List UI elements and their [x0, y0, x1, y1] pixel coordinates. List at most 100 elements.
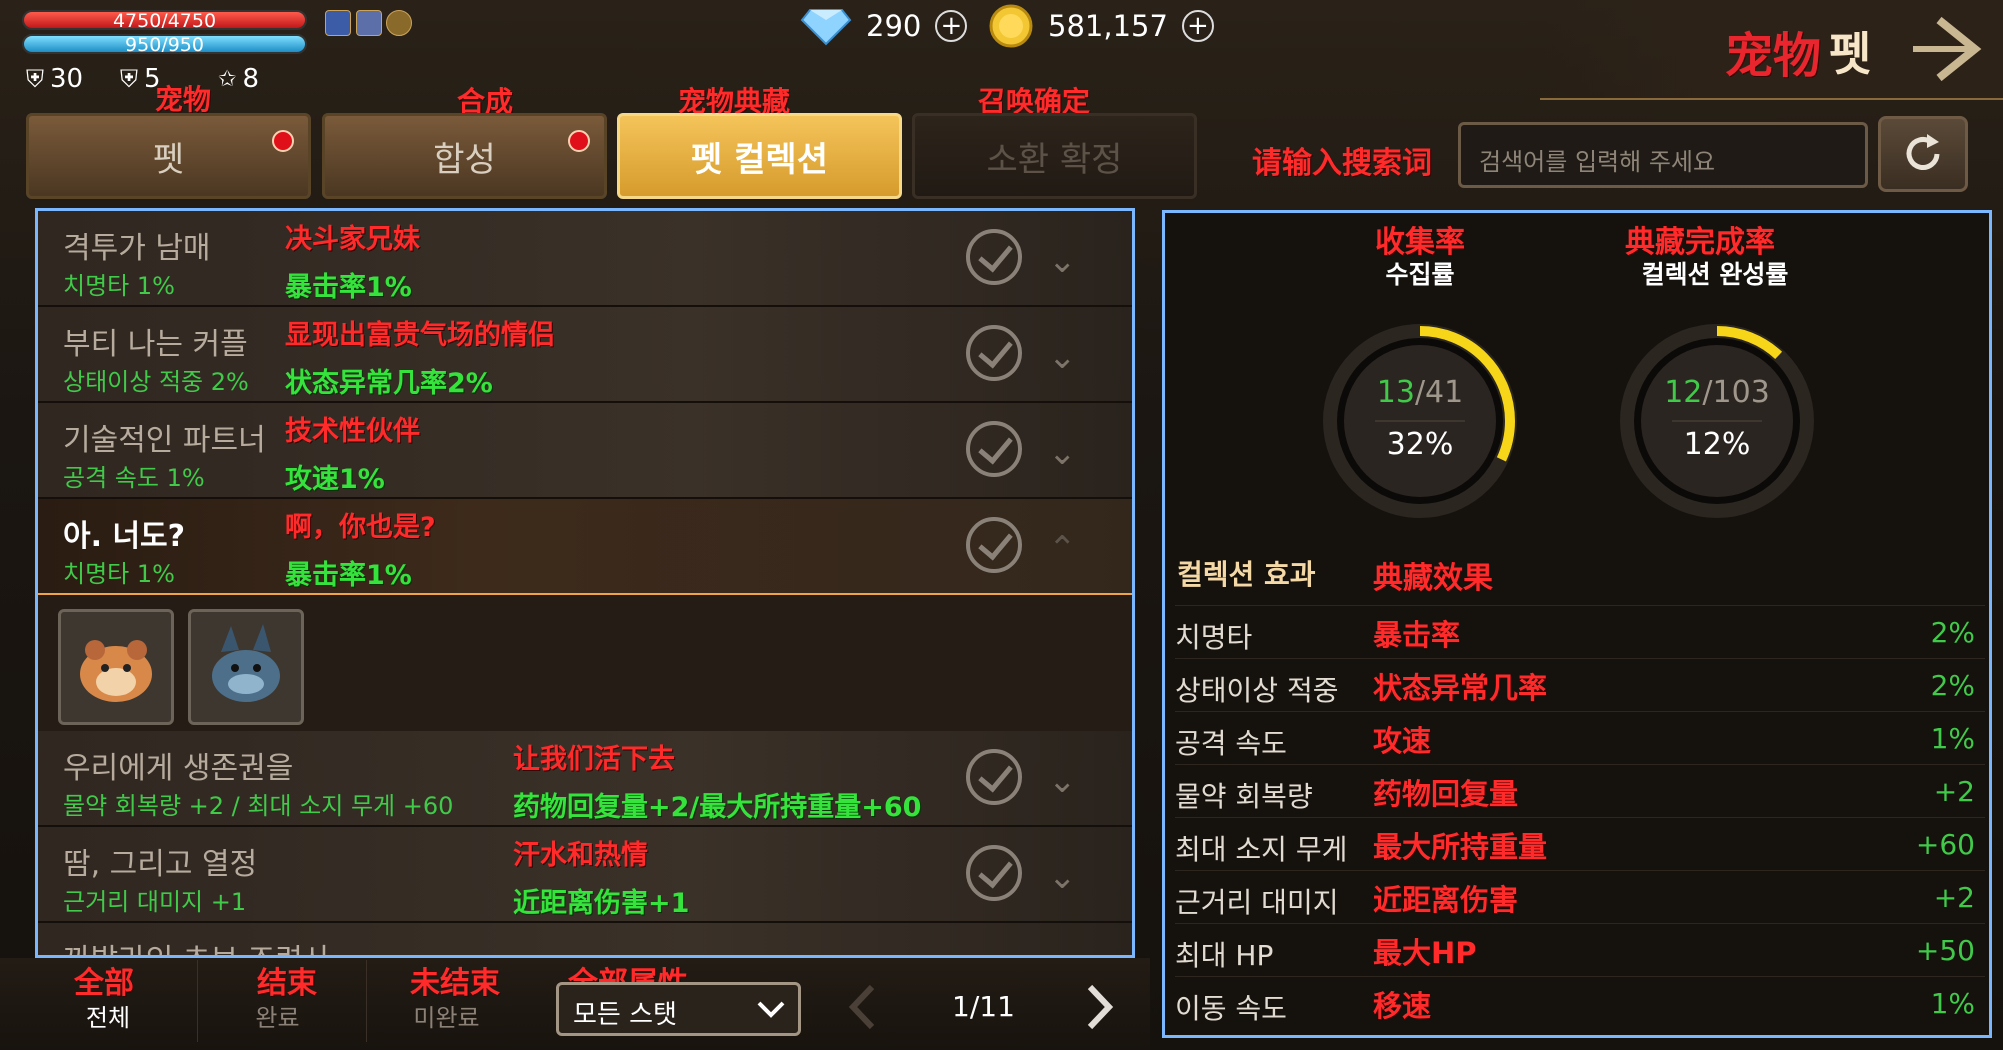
- collection-title-annotation: 啊，你也是?: [285, 512, 436, 543]
- chevron-down-icon: [757, 1001, 785, 1018]
- collection-effect: 치명타 1%: [63, 272, 175, 300]
- mp-value: 950/950: [125, 34, 204, 54]
- collection-effects-title: 컬렉션 효과: [1177, 558, 1316, 591]
- collection-effects-annotation: 典藏效果: [1373, 561, 1493, 596]
- filter-incomplete[interactable]: 미완료: [366, 960, 526, 1042]
- search-input[interactable]: 검색어를 입력해 주세요: [1458, 122, 1868, 188]
- tab-pet-annotation: 宠物: [155, 83, 212, 116]
- effect-value: +2: [1933, 775, 1975, 808]
- screen: { "player": { "hp": "4750/4750", "mp": "…: [0, 0, 2003, 1050]
- collect-rate-ring: [1323, 324, 1517, 518]
- tab-synthesis-label: 합성: [433, 139, 496, 180]
- tab-pet-label: 펫: [152, 139, 185, 180]
- collection-title: 아. 너도?: [63, 519, 186, 554]
- gem-icon: [800, 9, 852, 46]
- collection-row[interactable]: 땀, 그리고 열정 근거리 대미지 +1 汗水和热情 近距离伤害+1 ⌄: [38, 827, 1132, 923]
- collection-summary: 收集率 수집률 典藏完成率 컬렉션 완성률 13/41 32% 12/103 1…: [1162, 210, 1992, 1038]
- collection-effect: 근거리 대미지 +1: [63, 888, 247, 916]
- chevron-down-icon[interactable]: ⌄: [1048, 761, 1077, 801]
- defense-value: 30: [50, 64, 84, 94]
- check-icon: [966, 845, 1022, 901]
- chevron-down-icon[interactable]: ⌄: [1048, 241, 1077, 281]
- filter-complete[interactable]: 완료: [197, 960, 357, 1042]
- effect-annotation: 药物回复量: [1373, 777, 1519, 811]
- tab-summon-confirm[interactable]: 소환 확정: [912, 113, 1197, 199]
- chevron-down-icon[interactable]: ⌄: [1048, 337, 1077, 377]
- collection-row-expanded[interactable]: 아. 너도? 치명타 1% 啊，你也是? 暴击率1% ⌃: [38, 499, 1132, 595]
- effect-name: 최대 소지 무게: [1175, 833, 1348, 866]
- effect-annotation: 最大HP: [1373, 936, 1477, 970]
- chevron-down-icon[interactable]: ⌄: [1048, 857, 1077, 897]
- tab-synthesis[interactable]: 합성: [322, 113, 607, 199]
- pet-card-hamster[interactable]: [58, 609, 174, 725]
- effect-row: 치명타 暴击率 2%: [1175, 605, 1985, 655]
- effect-value: 1%: [1930, 987, 1975, 1020]
- prev-page-icon[interactable]: [848, 984, 876, 1030]
- notification-dot: [272, 130, 294, 152]
- collection-row[interactable]: 우리에게 생존권을 물약 회복량 +2 / 최대 소지 무게 +60 让我们活下…: [38, 731, 1132, 827]
- complete-percent: 12%: [1683, 427, 1751, 462]
- collection-title-annotation: 技术性伙伴: [285, 416, 420, 447]
- check-icon: [966, 229, 1022, 285]
- badge-icon: ⛨: [120, 65, 138, 93]
- gold-value: 581,157: [1048, 9, 1168, 43]
- effect-row: 상태이상 적중 状态异常几率 2%: [1175, 658, 1985, 708]
- collection-title-annotation: 汗水和热情: [513, 840, 648, 871]
- collection-effect: 상태이상 적중 2%: [63, 368, 249, 396]
- gold-counter: 581,157 +: [988, 4, 1214, 48]
- stat-filter-select[interactable]: 모든 스탯: [556, 982, 801, 1036]
- star-icon: ✩: [218, 66, 237, 92]
- collect-rate-label: 수집률: [1385, 260, 1455, 289]
- collection-row[interactable]: 부티 나는 커플 상태이상 적중 2% 显现出富贵气场的情侣 状态异常几率2% …: [38, 307, 1132, 403]
- collection-title: 우리에게 생존권을: [63, 751, 294, 786]
- page-indicator: 1/11: [952, 990, 1015, 1023]
- hamster-pet-icon: [80, 640, 152, 702]
- effect-name: 근거리 대미지: [1175, 886, 1339, 919]
- refresh-button[interactable]: [1878, 116, 1968, 192]
- dragon-pet-icon: [212, 624, 280, 702]
- add-gold-button[interactable]: +: [1181, 10, 1214, 42]
- defense-stat: ⛨ 30: [26, 64, 83, 94]
- buff-castle-icon[interactable]: [356, 10, 382, 36]
- collection-row[interactable]: 격투가 남매 치명타 1% 决斗家兄妹 暴击率1% ⌄: [38, 211, 1132, 307]
- add-gems-button[interactable]: +: [935, 10, 968, 42]
- collection-effect-annotation: 状态异常几率2%: [285, 368, 493, 399]
- effect-value: 2%: [1930, 669, 1975, 702]
- effect-row: 최대 소지 무게 最大所持重量 +60: [1175, 817, 1985, 867]
- back-arrow-icon[interactable]: [1905, 12, 1985, 86]
- effect-value: 1%: [1930, 722, 1975, 755]
- effect-name: 공격 속도: [1175, 727, 1287, 760]
- buff-book-icon[interactable]: [325, 10, 351, 36]
- collection-list[interactable]: 격투가 남매 치명타 1% 决斗家兄妹 暴击率1% ⌄ 부티 나는 커플 상태이…: [35, 208, 1135, 958]
- collection-title: 까발라인 초보 조련사: [63, 935, 330, 955]
- check-icon: [966, 749, 1022, 805]
- effect-row: 공격 속도 攻速 1%: [1175, 711, 1985, 761]
- buff-emblem-icon[interactable]: [386, 10, 412, 36]
- effect-annotation: 近距离伤害: [1373, 883, 1519, 917]
- collection-effect-annotation: 暴击率1%: [285, 272, 412, 303]
- collection-title-annotation: 显现出富贵气场的情侣: [285, 320, 555, 351]
- effect-name: 치명타: [1175, 621, 1253, 654]
- filter-all[interactable]: 전체: [28, 960, 188, 1042]
- collection-pets: [38, 595, 1132, 731]
- collection-title: 격투가 남매: [63, 231, 211, 266]
- next-page-icon[interactable]: [1086, 984, 1114, 1030]
- collection-title: 땀, 그리고 열정: [63, 847, 258, 882]
- mp-bar: 950/950: [22, 34, 307, 54]
- pet-card-dragon[interactable]: [188, 609, 304, 725]
- gold-coin-icon: [989, 4, 1033, 48]
- star-value: 8: [242, 64, 259, 94]
- effect-name: 상태이상 적중: [1175, 674, 1339, 707]
- complete-count: 12: [1664, 375, 1703, 410]
- tab-pet-collection[interactable]: 펫 컬렉션: [617, 113, 902, 199]
- collection-row[interactable]: 기술적인 파트너 공격 속도 1% 技术性伙伴 攻速1% ⌄: [38, 403, 1132, 499]
- collection-effect-annotation: 暴击率1%: [285, 560, 412, 591]
- chevron-down-icon[interactable]: ⌄: [1048, 433, 1077, 473]
- gem-counter: 290 +: [800, 6, 968, 46]
- collection-row[interactable]: 까발라인 초보 조련사: [38, 923, 1132, 955]
- effect-value: +50: [1915, 934, 1975, 967]
- chevron-up-icon[interactable]: ⌃: [1048, 529, 1077, 569]
- collect-percent: 32%: [1386, 427, 1454, 462]
- search-annotation: 请输入搜索词: [1252, 146, 1432, 181]
- tab-pet[interactable]: 펫: [26, 113, 311, 199]
